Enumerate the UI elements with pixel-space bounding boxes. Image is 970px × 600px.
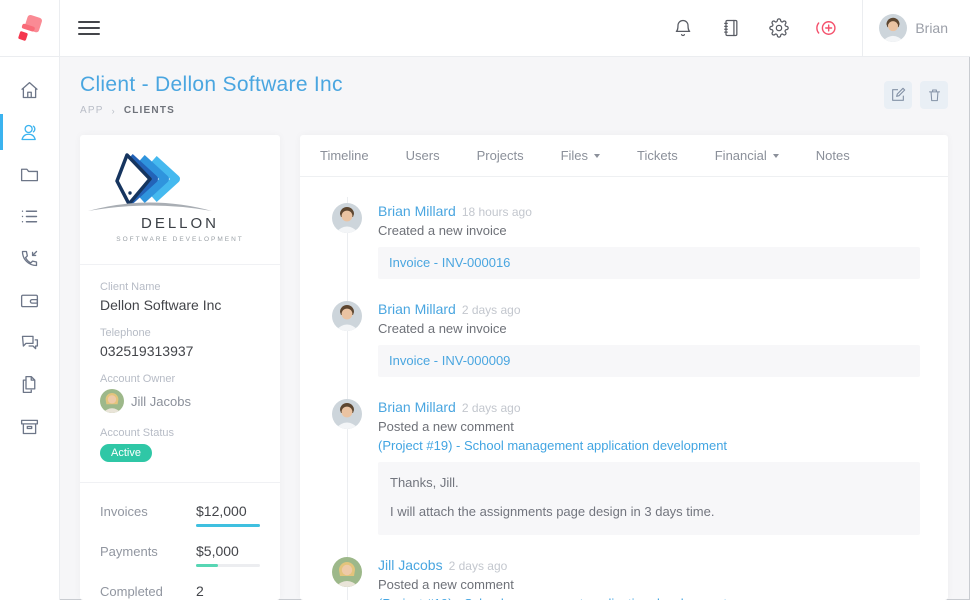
chevron-down-icon — [773, 154, 779, 158]
tab-projects[interactable]: Projects — [477, 148, 524, 163]
progress-bar — [196, 524, 260, 527]
tab-files[interactable]: Files — [561, 148, 600, 163]
stat-completed-projects: Completed Projects 2 — [100, 583, 260, 600]
tab-financial[interactable]: Financial — [715, 148, 779, 163]
sidebar-item-tasks[interactable] — [0, 195, 59, 237]
timestamp: 2 days ago — [462, 401, 521, 415]
user-menu[interactable]: Brian — [862, 0, 970, 57]
page-title: Client - Dellon Software Inc — [80, 73, 948, 97]
client-logo: DELLON SOFTWARE DEVELOPMENT — [80, 135, 280, 265]
progress-bar — [196, 564, 260, 567]
sidebar-item-calls[interactable] — [0, 237, 59, 279]
sidebar-item-documents[interactable] — [0, 363, 59, 405]
breadcrumb-app[interactable]: APP — [80, 105, 104, 116]
sidebar-item-home[interactable] — [0, 69, 59, 111]
timeline-feed: Brian Millard 18 hours ago Created a new… — [300, 177, 948, 600]
avatar-brian — [332, 399, 362, 429]
project-link[interactable]: (Project #19) - School management applic… — [378, 596, 920, 600]
client-stats: Invoices $12,000 Payments $5,000 Complet… — [80, 483, 280, 600]
tab-timeline[interactable]: Timeline — [320, 148, 369, 163]
brand-icon — [15, 13, 45, 43]
sidebar-item-payments[interactable] — [0, 279, 59, 321]
chevron-right-icon: › — [112, 106, 116, 116]
chevron-down-icon — [594, 154, 600, 158]
breadcrumb-clients: CLIENTS — [124, 105, 175, 116]
avatar-brian — [332, 203, 362, 233]
documents-icon — [19, 374, 40, 395]
owner-name[interactable]: Jill Jacobs — [131, 394, 191, 409]
user-name: Brian — [915, 20, 948, 36]
client-logo-graphic — [80, 151, 220, 213]
activity-text: Created a new invoice — [378, 321, 920, 336]
sidebar-item-archive[interactable] — [0, 405, 59, 447]
logbook-icon[interactable] — [714, 11, 748, 45]
app-logo[interactable] — [0, 0, 60, 56]
client-telephone-field: Telephone 032519313937 — [100, 327, 260, 359]
author-link[interactable]: Brian Millard — [378, 301, 456, 317]
invoice-link[interactable]: Invoice - INV-000009 — [389, 353, 510, 368]
avatar-jill — [332, 557, 362, 587]
sidebar-item-messages[interactable] — [0, 321, 59, 363]
account-owner-field: Account Owner Jill Jacobs — [100, 373, 260, 413]
timestamp: 2 days ago — [449, 559, 508, 573]
reference-box: Invoice - INV-000016 — [378, 247, 920, 279]
owner-avatar — [100, 389, 124, 413]
quick-add-icon[interactable] — [810, 11, 844, 45]
timeline-entry: Jill Jacobs 2 days ago Posted a new comm… — [300, 557, 920, 600]
comment-line: Thanks, Jill. — [390, 475, 908, 490]
home-icon — [19, 80, 40, 101]
comment-line: I will attach the assignments page desig… — [390, 504, 908, 519]
avatar-brian — [332, 301, 362, 331]
timestamp: 2 days ago — [462, 303, 521, 317]
timeline-entry: Brian Millard 2 days ago Posted a new co… — [300, 399, 920, 535]
archive-icon — [19, 416, 40, 437]
tab-bar: Timeline Users Projects Files Tickets Fi… — [300, 135, 948, 177]
list-icon — [19, 206, 40, 227]
client-summary-card: DELLON SOFTWARE DEVELOPMENT Client Name … — [80, 135, 280, 600]
activity-text: Posted a new comment — [378, 577, 920, 592]
incoming-call-icon — [19, 248, 40, 269]
reference-box: Invoice - INV-000009 — [378, 345, 920, 377]
stat-invoices: Invoices $12,000 — [100, 503, 260, 527]
breadcrumb: APP › CLIENTS — [80, 105, 948, 116]
trash-icon — [927, 87, 942, 103]
chat-icon — [19, 332, 40, 353]
comment-box: Thanks, Jill. I will attach the assignme… — [378, 462, 920, 535]
author-link[interactable]: Brian Millard — [378, 399, 456, 415]
client-name-field: Client Name Dellon Software Inc — [100, 281, 260, 313]
timeline-entry: Brian Millard 18 hours ago Created a new… — [300, 203, 920, 279]
author-link[interactable]: Brian Millard — [378, 203, 456, 219]
settings-gear-icon[interactable] — [762, 11, 796, 45]
edit-pencil-icon — [890, 87, 906, 103]
client-logo-name: DELLON — [80, 215, 280, 232]
activity-text: Posted a new comment — [378, 419, 920, 434]
activity-text: Created a new invoice — [378, 223, 920, 238]
menu-toggle-icon[interactable] — [78, 21, 100, 35]
timestamp: 18 hours ago — [462, 205, 532, 219]
main-content: Client - Dellon Software Inc APP › CLIEN… — [60, 57, 970, 600]
wallet-icon — [19, 290, 40, 311]
delete-client-button[interactable] — [920, 81, 948, 109]
notifications-bell-icon[interactable] — [666, 11, 700, 45]
client-detail-panel: Timeline Users Projects Files Tickets Fi… — [300, 135, 948, 600]
sidebar-item-clients[interactable] — [0, 111, 59, 153]
tab-tickets[interactable]: Tickets — [637, 148, 678, 163]
top-bar: Brian — [0, 0, 970, 57]
clients-icon — [19, 122, 40, 143]
client-logo-tagline: SOFTWARE DEVELOPMENT — [80, 236, 280, 243]
sidebar — [0, 57, 60, 600]
account-status-field: Account Status Active — [100, 427, 260, 462]
stat-payments: Payments $5,000 — [100, 543, 260, 567]
project-link[interactable]: (Project #19) - School management applic… — [378, 438, 920, 453]
edit-client-button[interactable] — [884, 81, 912, 109]
sidebar-item-projects[interactable] — [0, 153, 59, 195]
user-avatar — [879, 14, 907, 42]
status-badge: Active — [100, 444, 152, 462]
folder-icon — [19, 164, 40, 185]
tab-notes[interactable]: Notes — [816, 148, 850, 163]
timeline-entry: Brian Millard 2 days ago Created a new i… — [300, 301, 920, 377]
invoice-link[interactable]: Invoice - INV-000016 — [389, 255, 510, 270]
tab-users[interactable]: Users — [406, 148, 440, 163]
author-link[interactable]: Jill Jacobs — [378, 557, 443, 573]
